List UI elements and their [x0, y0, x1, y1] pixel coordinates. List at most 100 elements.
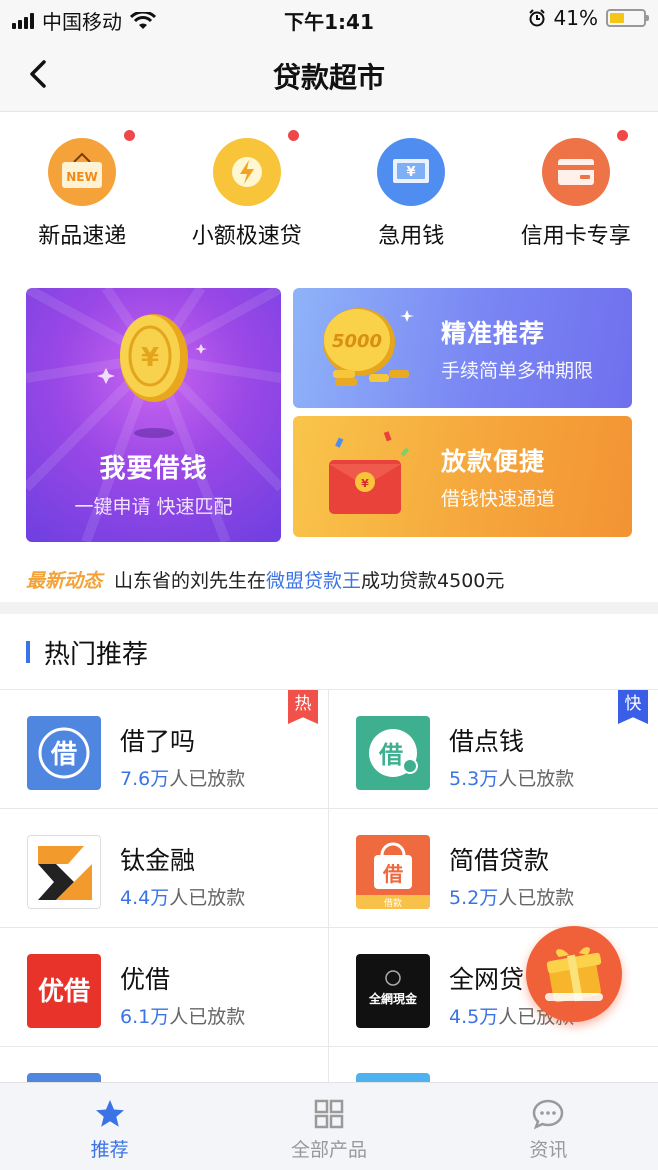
svg-text:借: 借 — [50, 740, 77, 770]
product-row: 钛金融 4.4万人已放款 借 借款 简借贷款 5.2万人已放款 — [0, 809, 658, 928]
section-header: 热门推荐 — [26, 632, 148, 672]
tab-news[interactable]: 资讯 — [439, 1083, 658, 1170]
yuan-bill-icon: ¥ — [377, 138, 446, 206]
chat-bubble-icon — [533, 1099, 564, 1130]
status-right: 41% — [528, 6, 649, 30]
credit-card-icon — [541, 138, 610, 206]
banner-subtitle: 一键申请 快速匹配 — [74, 496, 233, 518]
tab-label: 推荐 — [90, 1139, 129, 1161]
product-grid: 借 借了吗 7.6万人已放款 热 借 借点钱 5.3万人已放款 快 钛金融 4.… — [0, 689, 658, 1113]
borrow-money-banner[interactable]: ¥ 我要借钱 一键申请 快速匹配 — [26, 288, 281, 542]
svg-text:借: 借 — [382, 862, 403, 886]
section-divider — [0, 602, 658, 614]
grid-icon — [314, 1099, 344, 1129]
jian-jie-logo: 借 借款 — [356, 835, 430, 909]
product-name: 钛金融 — [120, 846, 196, 875]
category-quick-small-loan[interactable]: 小额极速贷 — [165, 126, 330, 256]
coin-amount: 5000 — [332, 331, 382, 352]
product-row: 借 借了吗 7.6万人已放款 热 借 借点钱 5.3万人已放款 快 — [0, 690, 658, 809]
star-icon — [95, 1100, 124, 1127]
status-bar: 中国移动 下午1:41 41% — [0, 0, 658, 36]
svg-text:¥: ¥ — [361, 477, 369, 490]
nav-bar: 贷款超市 — [0, 36, 658, 112]
product-card[interactable]: 钛金融 4.4万人已放款 — [0, 809, 329, 927]
quan-wang-logo: 全網現金 — [356, 954, 430, 1028]
loan-count: 5.3万人已放款 — [449, 764, 574, 791]
fast-badge: 快 — [618, 690, 648, 724]
tab-label: 全部产品 — [290, 1139, 367, 1161]
category-urgent-money[interactable]: ¥ 急用钱 — [329, 126, 494, 256]
loan-count-suffix: 人已放款 — [498, 887, 575, 909]
red-dot-indicator — [288, 130, 299, 141]
banner-title: 我要借钱 — [99, 454, 208, 484]
page-title: 贷款超市 — [272, 61, 385, 94]
loan-count-suffix: 人已放款 — [169, 1006, 246, 1028]
product-card[interactable]: 借 借点钱 5.3万人已放款 快 — [329, 690, 658, 808]
product-card[interactable]: 借 借了吗 7.6万人已放款 热 — [0, 690, 329, 808]
gold-coin-illustration: 5000 — [323, 308, 414, 386]
new-tag-text: NEW — [67, 170, 98, 184]
tab-label: 资讯 — [529, 1139, 568, 1161]
logo-text: 优借 — [38, 977, 90, 1007]
red-dot-indicator — [617, 130, 628, 141]
product-card[interactable]: 借 借款 简借贷款 5.2万人已放款 — [329, 809, 658, 927]
section-title: 热门推荐 — [44, 639, 149, 670]
tab-all-products[interactable]: 全部产品 — [219, 1083, 438, 1170]
category-label: 新品速递 — [38, 224, 127, 249]
banner-title: 精准推荐 — [441, 319, 546, 348]
banner-title: 放款便捷 — [441, 447, 546, 476]
loan-count-suffix: 人已放款 — [169, 768, 246, 790]
category-label: 信用卡专享 — [520, 224, 631, 249]
news-ticker[interactable]: 最新动态 山东省的刘先生在微盟贷款王成功贷款4500元 — [26, 566, 646, 596]
loan-count-number: 4.4万 — [120, 887, 170, 909]
loan-count-number: 5.3万 — [449, 768, 499, 790]
loan-count: 5.2万人已放款 — [449, 883, 574, 910]
battery-percent: 41% — [553, 6, 598, 30]
svg-text:借: 借 — [378, 741, 403, 769]
gift-floating-button[interactable] — [526, 926, 622, 1022]
product-name: 全网贷 — [449, 965, 525, 994]
loan-count: 6.1万人已放款 — [120, 1002, 245, 1029]
loan-count: 4.4万人已放款 — [120, 883, 245, 910]
category-row: NEW 新品速递 小额极速贷 ¥ 急用钱 信用卡专享 — [0, 126, 658, 256]
ticker-link[interactable]: 微盟贷款王 — [266, 570, 361, 592]
precise-recommend-banner[interactable]: 5000 精准推荐 手续简单多种期限 — [293, 288, 632, 408]
banner-subtitle: 借钱快速通道 — [441, 488, 556, 510]
tab-bar: 推荐 全部产品 资讯 — [0, 1082, 658, 1170]
banner-subtitle: 手续简单多种期限 — [441, 360, 594, 382]
ticker-tag: 最新动态 — [26, 570, 103, 592]
svg-text:¥: ¥ — [141, 343, 159, 373]
alarm-icon — [528, 9, 545, 27]
product-name: 优借 — [120, 965, 171, 994]
ticker-text: 山东省的刘先生在 — [114, 570, 267, 592]
section-accent-bar — [26, 641, 30, 663]
you-jie-logo: 优借 — [27, 954, 101, 1028]
category-new-products[interactable]: NEW 新品速递 — [0, 126, 165, 256]
loan-count-suffix: 人已放款 — [498, 768, 575, 790]
jie-dian-qian-logo: 借 — [356, 716, 430, 790]
logo-text: 全網現金 — [368, 991, 418, 1006]
yuan-symbol: ¥ — [407, 165, 416, 180]
red-dot-indicator — [123, 130, 135, 141]
ticker-text: 成功贷款4500元 — [361, 570, 505, 592]
loan-count-number: 5.2万 — [449, 887, 499, 909]
product-card[interactable]: 优借 优借 6.1万人已放款 — [0, 928, 329, 1046]
category-credit-card[interactable]: 信用卡专享 — [494, 126, 658, 256]
lightning-icon — [212, 138, 281, 206]
category-label: 小额极速贷 — [191, 224, 302, 249]
loan-count: 7.6万人已放款 — [120, 764, 245, 791]
product-name: 简借贷款 — [449, 846, 550, 875]
loan-count-number: 4.5万 — [449, 1006, 499, 1028]
tai-jin-rong-logo — [27, 835, 101, 909]
logo-caption: 借款 — [384, 897, 402, 909]
jie-le-ma-logo: 借 — [27, 716, 101, 790]
red-envelope-illustration: ¥ — [329, 431, 410, 514]
hot-badge: 热 — [288, 690, 318, 724]
fast-loan-banner[interactable]: ¥ 放款便捷 借钱快速通道 — [293, 416, 632, 537]
gift-box-icon — [545, 947, 603, 1003]
battery-icon — [606, 9, 649, 27]
loan-count-suffix: 人已放款 — [169, 887, 246, 909]
product-name: 借了吗 — [120, 727, 196, 756]
tab-recommend[interactable]: 推荐 — [0, 1083, 219, 1170]
product-name: 借点钱 — [449, 727, 525, 756]
